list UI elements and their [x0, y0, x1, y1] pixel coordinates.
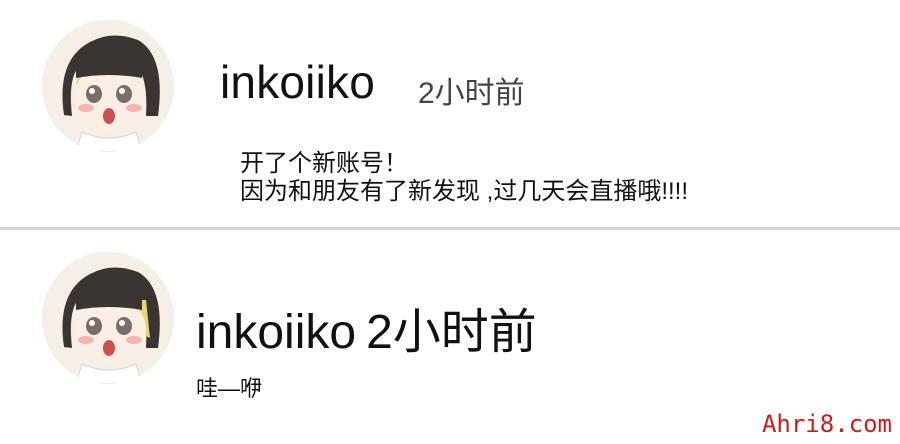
post-time: 2小时前 — [418, 77, 525, 110]
post-text-line: 哇—咿 — [196, 376, 263, 401]
avatar-illustration — [42, 252, 174, 384]
divider — [0, 227, 900, 230]
post-text-line: 因为和朋友有了新发现 ,过几天会直播哦!!!! — [240, 178, 689, 205]
watermark: Ahri8.com — [761, 410, 892, 438]
avatar[interactable] — [42, 20, 174, 152]
post-time: 2小时前 — [366, 306, 537, 359]
avatar-illustration — [42, 20, 174, 152]
post-text: 哇—咿 — [196, 375, 262, 403]
post-card: inkoiiko 2小时前 开了个新账号！ 因为和朋友有了新发现 ,过几天会直播… — [0, 0, 900, 228]
avatar[interactable] — [42, 252, 174, 384]
username[interactable]: inkoiiko — [196, 306, 356, 359]
username[interactable]: inkoiiko — [220, 55, 375, 109]
post-text: 开了个新账号！ 因为和朋友有了新发现 ,过几天会直播哦!!!! — [240, 150, 688, 206]
post-text-line: 开了个新账号！ — [240, 150, 408, 177]
post-header: inkoiiko 2小时前 — [196, 292, 537, 362]
